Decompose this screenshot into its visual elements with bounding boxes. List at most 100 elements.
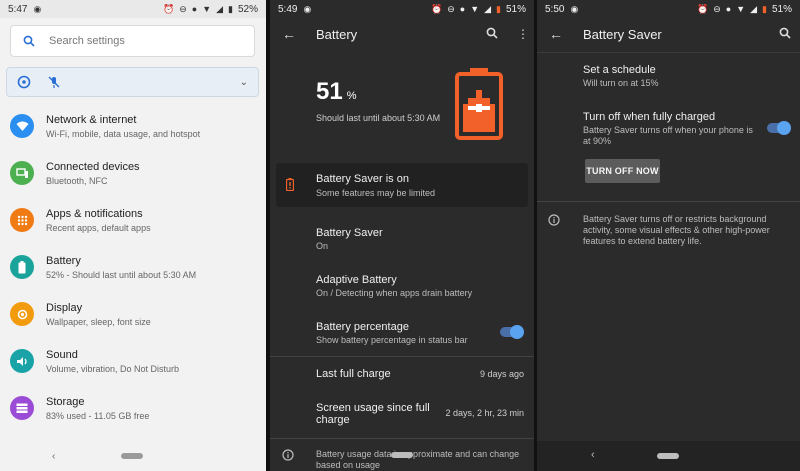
settings-item-apps[interactable]: Apps & notifications Recent apps, defaul… <box>10 198 260 242</box>
row-title: Turn off when fully charged <box>583 111 716 123</box>
settings-panel: 5:47 ◉ ⏰ ⊖ ● ▼ ◢ ▮ 52% Search settings ⌄… <box>0 0 266 471</box>
page-title: Battery <box>316 26 358 42</box>
location-icon: ● <box>191 3 198 14</box>
chevron-down-icon[interactable]: ⌄ <box>240 77 248 88</box>
navigation-bar: ‹ <box>0 441 266 471</box>
settings-item-sound[interactable]: Sound Volume, vibration, Do Not Disturb <box>10 339 260 383</box>
signal-icon: ◢ <box>216 3 224 14</box>
wifi-status-icon: ▼ <box>736 3 746 14</box>
nav-home-pill[interactable] <box>391 452 413 458</box>
row-subtitle: Battery Saver turns off when your phone … <box>583 125 753 146</box>
settings-item-display[interactable]: Display Wallpaper, sleep, font size <box>10 292 260 336</box>
item-title: Apps & notifications <box>46 207 143 220</box>
item-title: Connected devices <box>46 160 140 173</box>
signal-icon: ◢ <box>484 3 492 14</box>
screen-usage-row: Screen usage since full charge 2 days, 2… <box>270 398 534 430</box>
app-bar: ← Battery Saver <box>537 18 800 50</box>
alarm-icon: ⏰ <box>162 3 175 14</box>
search-input[interactable]: Search settings <box>10 25 255 57</box>
status-time: 5:47 <box>8 3 28 15</box>
turn-off-when-charged-row[interactable]: Turn off when fully charged Battery Save… <box>537 106 800 150</box>
item-subtitle: Wallpaper, sleep, font size <box>46 316 151 327</box>
storage-icon <box>10 396 34 420</box>
item-title: Network & internet <box>46 113 137 126</box>
devices-icon <box>10 161 34 185</box>
item-subtitle: Wi-Fi, mobile, data usage, and hotspot <box>46 128 201 139</box>
item-subtitle: 83% used - 11.05 GB free <box>46 410 150 421</box>
status-battery: 51% <box>505 3 526 15</box>
status-bar: 5:47 ◉ ⏰ ⊖ ● ▼ ◢ ▮ 52% <box>0 0 266 18</box>
notification-icon: ◉ <box>570 3 579 14</box>
banner-title: Battery Saver is on <box>316 173 409 185</box>
back-arrow-icon[interactable]: ← <box>549 26 563 42</box>
data-saver-icon <box>17 75 31 89</box>
back-arrow-icon[interactable]: ← <box>282 26 296 42</box>
status-bar: 5:50 ◉ ⏰ ⊖ ● ▼ ◢ ▮ 51% <box>537 0 800 18</box>
notification-icon: ◉ <box>303 3 312 14</box>
wifi-status-icon: ▼ <box>470 3 480 14</box>
item-subtitle: Recent apps, default apps <box>46 222 151 233</box>
row-subtitle: On <box>316 241 329 251</box>
suggestion-bar[interactable]: ⌄ <box>6 67 259 97</box>
alarm-icon: ⏰ <box>430 3 443 14</box>
settings-item-battery[interactable]: Battery 52% - Should last until about 5:… <box>10 245 260 289</box>
battery-saver-row[interactable]: Battery Saver On <box>270 222 534 262</box>
status-battery: 52% <box>237 3 258 15</box>
turn-off-when-charged-toggle[interactable] <box>767 121 791 135</box>
nav-home-pill[interactable] <box>657 453 679 459</box>
sound-icon <box>10 349 34 373</box>
section-divider <box>270 356 534 357</box>
battery-percentage-toggle[interactable] <box>500 325 524 339</box>
row-title: Battery percentage <box>316 321 409 333</box>
search-icon[interactable] <box>486 27 498 42</box>
section-divider <box>270 438 534 439</box>
nav-home-pill[interactable] <box>121 453 143 459</box>
battery-panel: 5:49 ◉ ⏰ ⊖ ● ▼ ◢ ▮ 51% ← Battery ⋮ 51% S… <box>270 0 534 471</box>
row-subtitle: On / Detecting when apps drain battery <box>316 288 473 298</box>
settings-item-storage[interactable]: Storage 83% used - 11.05 GB free <box>10 386 260 430</box>
set-schedule-row[interactable]: Set a schedule Will turn on at 15% <box>537 60 800 92</box>
status-battery: 51% <box>771 3 792 15</box>
adaptive-battery-row[interactable]: Adaptive Battery On / Detecting when app… <box>270 269 534 309</box>
search-icon <box>23 35 35 47</box>
battery-status-icon: ▮ <box>228 3 233 14</box>
row-subtitle: Show battery percentage in status bar <box>316 335 468 345</box>
battery-estimate: Should last until about 5:30 AM <box>316 113 441 123</box>
search-icon[interactable] <box>779 27 791 42</box>
toggle-knob <box>777 121 791 135</box>
item-title: Storage <box>46 395 85 408</box>
more-options-icon[interactable]: ⋮ <box>517 27 529 41</box>
location-icon: ● <box>725 3 732 14</box>
search-placeholder: Search settings <box>49 35 125 47</box>
battery-level-unit: % <box>346 90 357 102</box>
signal-icon: ◢ <box>750 3 758 14</box>
app-bar-divider <box>537 52 800 53</box>
battery-status-icon: ▮ <box>762 3 767 14</box>
navigation-bar: ‹ <box>537 441 800 471</box>
turn-off-now-button[interactable]: TURN OFF NOW <box>585 159 660 183</box>
item-title: Display <box>46 301 83 314</box>
alarm-icon: ⏰ <box>696 3 709 14</box>
battery-status-icon: ▮ <box>496 3 501 14</box>
item-subtitle: Bluetooth, NFC <box>46 175 108 186</box>
battery-icon <box>10 255 34 279</box>
usage-footnote: Battery usage data is approximate and ca… <box>316 449 520 470</box>
battery-level-value: 51 <box>316 78 343 105</box>
notification-icon: ◉ <box>33 3 42 14</box>
wifi-status-icon: ▼ <box>202 3 212 14</box>
battery-saver-info: Battery Saver turns off or restricts bac… <box>583 214 770 246</box>
item-subtitle: Volume, vibration, Do Not Disturb <box>46 363 180 374</box>
battery-saver-banner[interactable]: Battery Saver is on Some features may be… <box>276 163 528 207</box>
info-icon <box>282 449 294 461</box>
page-title: Battery Saver <box>583 26 662 42</box>
settings-item-network[interactable]: Network & internet Wi-Fi, mobile, data u… <box>10 104 260 148</box>
row-title: Last full charge <box>316 368 391 380</box>
battery-percentage-row[interactable]: Battery percentage Show battery percenta… <box>270 316 534 356</box>
nav-back-icon[interactable]: ‹ <box>591 449 595 461</box>
row-value: 2 days, 2 hr, 23 min <box>445 408 524 418</box>
battery-level: 51% <box>316 78 356 106</box>
battery-saver-panel: 5:50 ◉ ⏰ ⊖ ● ▼ ◢ ▮ 51% ← Battery Saver S… <box>537 0 800 471</box>
status-time: 5:50 <box>545 3 565 15</box>
settings-item-connected-devices[interactable]: Connected devices Bluetooth, NFC <box>10 151 260 195</box>
nav-back-icon[interactable]: ‹ <box>52 451 55 462</box>
